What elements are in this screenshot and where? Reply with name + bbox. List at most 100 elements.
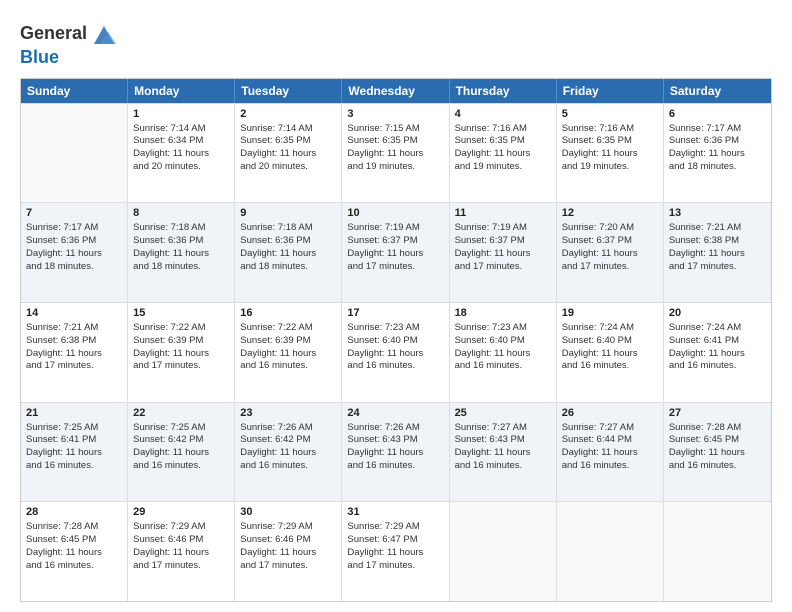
- calendar-cell: 5Sunrise: 7:16 AMSunset: 6:35 PMDaylight…: [557, 104, 664, 203]
- header-day-wednesday: Wednesday: [342, 79, 449, 103]
- day-info-line: Daylight: 11 hours: [240, 248, 336, 261]
- day-info-line: Daylight: 11 hours: [347, 248, 443, 261]
- header-day-tuesday: Tuesday: [235, 79, 342, 103]
- day-info-line: Sunset: 6:42 PM: [240, 434, 336, 447]
- day-info-line: Daylight: 11 hours: [240, 348, 336, 361]
- day-info-line: and 17 minutes.: [133, 360, 229, 373]
- day-info-line: Daylight: 11 hours: [133, 447, 229, 460]
- day-info-line: Daylight: 11 hours: [562, 248, 658, 261]
- day-info-line: Daylight: 11 hours: [240, 447, 336, 460]
- day-info-line: Sunset: 6:36 PM: [669, 135, 766, 148]
- day-info-line: Sunrise: 7:19 AM: [347, 222, 443, 235]
- day-number: 23: [240, 406, 336, 421]
- day-info-line: Sunset: 6:40 PM: [455, 335, 551, 348]
- day-number: 25: [455, 406, 551, 421]
- day-info-line: Sunrise: 7:25 AM: [133, 422, 229, 435]
- day-number: 31: [347, 505, 443, 520]
- day-info-line: Daylight: 11 hours: [133, 348, 229, 361]
- day-info-line: Sunrise: 7:14 AM: [240, 123, 336, 136]
- calendar-row-1: 1Sunrise: 7:14 AMSunset: 6:34 PMDaylight…: [21, 103, 771, 203]
- calendar-cell: 19Sunrise: 7:24 AMSunset: 6:40 PMDayligh…: [557, 303, 664, 402]
- day-info-line: and 18 minutes.: [240, 261, 336, 274]
- day-info-line: Sunset: 6:45 PM: [26, 534, 122, 547]
- day-info-line: and 16 minutes.: [347, 460, 443, 473]
- day-info-line: Sunset: 6:39 PM: [133, 335, 229, 348]
- day-number: 16: [240, 306, 336, 321]
- header-day-saturday: Saturday: [664, 79, 771, 103]
- calendar-cell: 17Sunrise: 7:23 AMSunset: 6:40 PMDayligh…: [342, 303, 449, 402]
- day-number: 27: [669, 406, 766, 421]
- day-info-line: Sunset: 6:34 PM: [133, 135, 229, 148]
- day-info-line: Sunset: 6:35 PM: [347, 135, 443, 148]
- day-info-line: Daylight: 11 hours: [26, 447, 122, 460]
- header-day-thursday: Thursday: [450, 79, 557, 103]
- day-info-line: and 16 minutes.: [240, 460, 336, 473]
- day-info-line: and 16 minutes.: [669, 360, 766, 373]
- day-number: 18: [455, 306, 551, 321]
- header: General Blue: [20, 16, 772, 68]
- day-info-line: Daylight: 11 hours: [240, 547, 336, 560]
- day-info-line: Sunset: 6:43 PM: [455, 434, 551, 447]
- day-info-line: and 19 minutes.: [347, 161, 443, 174]
- day-info-line: Sunrise: 7:29 AM: [133, 521, 229, 534]
- day-info-line: and 17 minutes.: [240, 560, 336, 573]
- day-number: 5: [562, 107, 658, 122]
- calendar-cell: 12Sunrise: 7:20 AMSunset: 6:37 PMDayligh…: [557, 203, 664, 302]
- day-info-line: Sunrise: 7:23 AM: [455, 322, 551, 335]
- calendar-cell: 21Sunrise: 7:25 AMSunset: 6:41 PMDayligh…: [21, 403, 128, 502]
- day-info-line: Sunrise: 7:21 AM: [669, 222, 766, 235]
- day-number: 20: [669, 306, 766, 321]
- calendar-row-4: 21Sunrise: 7:25 AMSunset: 6:41 PMDayligh…: [21, 402, 771, 502]
- header-day-friday: Friday: [557, 79, 664, 103]
- calendar-cell: 6Sunrise: 7:17 AMSunset: 6:36 PMDaylight…: [664, 104, 771, 203]
- day-info-line: and 18 minutes.: [133, 261, 229, 274]
- day-info-line: Sunrise: 7:23 AM: [347, 322, 443, 335]
- day-info-line: and 16 minutes.: [455, 360, 551, 373]
- day-info-line: Daylight: 11 hours: [347, 348, 443, 361]
- day-info-line: and 17 minutes.: [26, 360, 122, 373]
- calendar: SundayMondayTuesdayWednesdayThursdayFrid…: [20, 78, 772, 602]
- day-number: 15: [133, 306, 229, 321]
- calendar-cell: 8Sunrise: 7:18 AMSunset: 6:36 PMDaylight…: [128, 203, 235, 302]
- day-info-line: Sunrise: 7:18 AM: [240, 222, 336, 235]
- calendar-cell: 14Sunrise: 7:21 AMSunset: 6:38 PMDayligh…: [21, 303, 128, 402]
- day-info-line: Sunrise: 7:18 AM: [133, 222, 229, 235]
- day-info-line: Daylight: 11 hours: [669, 248, 766, 261]
- day-info-line: Daylight: 11 hours: [26, 348, 122, 361]
- day-number: 30: [240, 505, 336, 520]
- day-info-line: Daylight: 11 hours: [562, 447, 658, 460]
- day-number: 8: [133, 206, 229, 221]
- calendar-cell: 30Sunrise: 7:29 AMSunset: 6:46 PMDayligh…: [235, 502, 342, 601]
- day-number: 19: [562, 306, 658, 321]
- day-info-line: Sunrise: 7:14 AM: [133, 123, 229, 136]
- day-info-line: and 18 minutes.: [26, 261, 122, 274]
- calendar-cell: [21, 104, 128, 203]
- day-number: 17: [347, 306, 443, 321]
- day-number: 9: [240, 206, 336, 221]
- day-info-line: Daylight: 11 hours: [240, 148, 336, 161]
- day-info-line: Sunset: 6:43 PM: [347, 434, 443, 447]
- day-info-line: Sunset: 6:38 PM: [669, 235, 766, 248]
- day-info-line: Daylight: 11 hours: [133, 248, 229, 261]
- day-info-line: Daylight: 11 hours: [26, 248, 122, 261]
- logo: General Blue: [20, 20, 118, 68]
- calendar-cell: [664, 502, 771, 601]
- day-info-line: and 20 minutes.: [133, 161, 229, 174]
- day-info-line: Daylight: 11 hours: [26, 547, 122, 560]
- day-info-line: and 19 minutes.: [562, 161, 658, 174]
- day-number: 12: [562, 206, 658, 221]
- day-info-line: and 16 minutes.: [26, 460, 122, 473]
- calendar-cell: 9Sunrise: 7:18 AMSunset: 6:36 PMDaylight…: [235, 203, 342, 302]
- day-info-line: Sunrise: 7:15 AM: [347, 123, 443, 136]
- day-info-line: and 16 minutes.: [26, 560, 122, 573]
- calendar-cell: 24Sunrise: 7:26 AMSunset: 6:43 PMDayligh…: [342, 403, 449, 502]
- day-info-line: Sunrise: 7:28 AM: [26, 521, 122, 534]
- day-number: 2: [240, 107, 336, 122]
- day-info-line: Sunset: 6:37 PM: [347, 235, 443, 248]
- day-number: 6: [669, 107, 766, 122]
- page: General Blue SundayMondayTuesdayWednesda…: [0, 0, 792, 612]
- day-info-line: Sunset: 6:41 PM: [26, 434, 122, 447]
- calendar-cell: 31Sunrise: 7:29 AMSunset: 6:47 PMDayligh…: [342, 502, 449, 601]
- day-info-line: Sunrise: 7:17 AM: [26, 222, 122, 235]
- day-info-line: Sunrise: 7:24 AM: [669, 322, 766, 335]
